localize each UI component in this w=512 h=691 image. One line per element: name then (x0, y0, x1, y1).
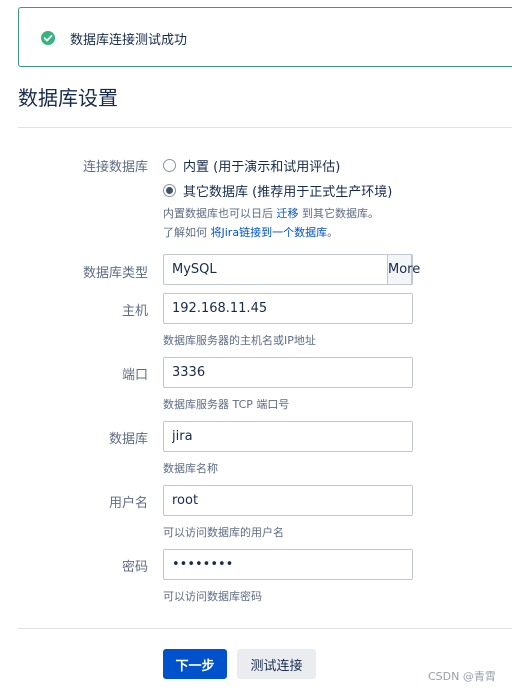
username-input[interactable] (163, 485, 413, 516)
host-hint: 数据库服务器的主机名或IP地址 (163, 334, 316, 347)
migrate-hint-suffix: 到其它数据库。 (298, 207, 379, 220)
connection-label: 连接数据库 (82, 160, 148, 175)
connect-hint-suffix: 。 (327, 226, 339, 239)
port-label: 端口 (121, 368, 148, 383)
title-divider (18, 127, 512, 128)
watermark: CSDN @青霄 (428, 670, 496, 683)
username-label: 用户名 (108, 496, 148, 511)
radio-other[interactable] (163, 184, 176, 197)
connect-db-link[interactable]: 将Jira链接到一个数据库 (211, 226, 328, 239)
username-hint: 可以访问数据库的用户名 (163, 526, 284, 539)
page-title: 数据库设置 (18, 86, 118, 110)
radio-option-builtin[interactable]: 内置 (用于演示和试用评估) (163, 156, 340, 175)
database-label: 数据库 (108, 432, 148, 447)
migrate-hint: 内置数据库也可以日后 迁移 到其它数据库。 (163, 205, 379, 221)
database-hint: 数据库名称 (163, 462, 218, 475)
db-type-select[interactable]: MySQL More (163, 254, 420, 285)
password-hint: 可以访问数据库密码 (163, 590, 262, 603)
connect-hint: 了解如何 将Jira链接到一个数据库。 (163, 224, 338, 240)
port-hint: 数据库服务器 TCP 端口号 (163, 398, 290, 411)
radio-builtin[interactable] (163, 159, 176, 172)
host-input[interactable] (163, 293, 413, 324)
db-type-label: 数据库类型 (82, 266, 148, 281)
next-button[interactable]: 下一步 (163, 649, 227, 679)
database-input[interactable] (163, 421, 413, 452)
password-input[interactable] (163, 549, 413, 580)
radio-other-label: 其它数据库 (推荐用于正式生产环境) (183, 185, 393, 200)
connect-hint-prefix: 了解如何 (163, 226, 211, 239)
host-label: 主机 (121, 304, 148, 319)
success-check-icon (41, 31, 55, 45)
db-type-value: MySQL (172, 262, 217, 277)
migrate-hint-prefix: 内置数据库也可以日后 (163, 207, 277, 220)
more-button[interactable]: More (387, 254, 420, 285)
migrate-link[interactable]: 迁移 (277, 207, 299, 220)
password-label: 密码 (121, 560, 148, 575)
test-connection-button[interactable]: 测试连接 (237, 649, 316, 679)
actions-divider (18, 628, 512, 629)
radio-option-other[interactable]: 其它数据库 (推荐用于正式生产环境) (163, 181, 392, 200)
success-message: 数据库连接测试成功 (70, 33, 188, 48)
port-input[interactable] (163, 357, 413, 388)
radio-builtin-label: 内置 (用于演示和试用评估) (183, 160, 341, 175)
success-banner: 数据库连接测试成功 (18, 7, 512, 67)
